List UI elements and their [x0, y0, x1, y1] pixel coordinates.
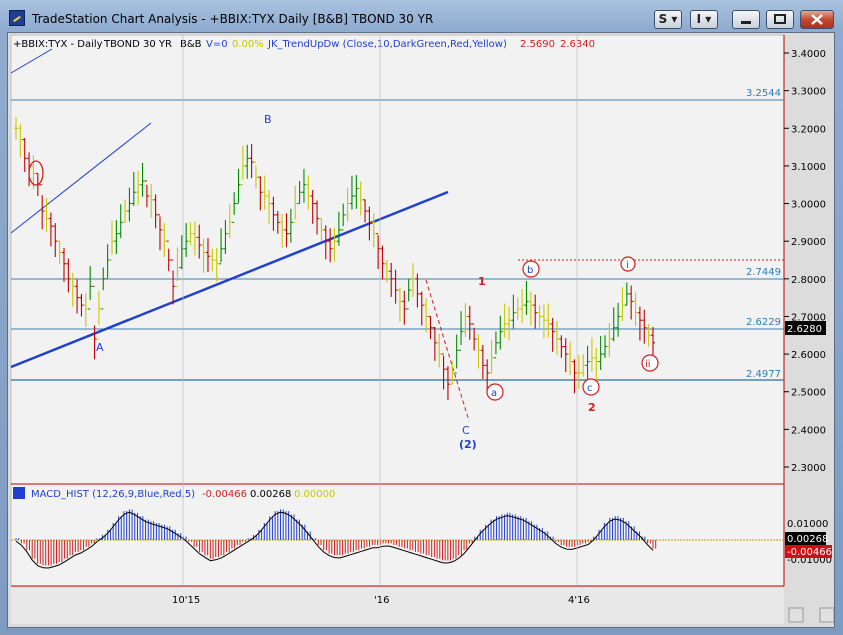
price-tick-10: 2.5000	[791, 388, 826, 399]
minimize-icon	[741, 21, 751, 24]
level-label-4: 2.4977	[746, 369, 781, 380]
percent-change: 0.00%	[232, 39, 264, 50]
price-tick-9: 2.6000	[791, 350, 826, 361]
chart-canvas[interactable]: 3.2544 2.7449 2.6229 2.4977 A B C (2) 1 …	[8, 33, 835, 628]
wave-label-2: 2	[588, 401, 596, 414]
macd-value-2: 0.00268	[250, 489, 291, 500]
tradestation-app-icon	[9, 10, 25, 26]
strategy-dropdown-button[interactable]: S ▾	[654, 10, 682, 29]
macd-indicator-icon	[13, 487, 25, 499]
wave-label-a-major: A	[96, 341, 104, 354]
price-tick-2: 3.3000	[791, 87, 826, 98]
maximize-icon	[774, 14, 786, 24]
wave-label-b: b	[527, 265, 533, 276]
macd-value-1: -0.00466	[202, 489, 247, 500]
indicator-dropdown-button[interactable]: I ▾	[690, 10, 718, 29]
maximize-button[interactable]	[766, 10, 794, 29]
wave-label-2-major: (2)	[459, 438, 477, 451]
time-axis	[11, 588, 784, 624]
macd-signal-marker: 0.00268	[787, 534, 828, 545]
macd-hist-marker: -0.00466	[787, 547, 832, 558]
price-tick-3: 3.2000	[791, 124, 826, 135]
price-tick-12: 2.3000	[791, 463, 826, 474]
macd-label: MACD_HIST (12,26,9,Blue,Red,5)	[31, 489, 195, 500]
price-tick-6: 2.9000	[791, 237, 826, 248]
wave-label-c-major: C	[462, 424, 470, 437]
close-button[interactable]	[800, 10, 834, 29]
price-tick-5: 3.0000	[791, 200, 826, 211]
wave-label-a: a	[491, 388, 497, 399]
level-label-1: 3.2544	[746, 88, 781, 99]
price-tick-1: 3.4000	[791, 49, 826, 60]
wave-label-i: i	[626, 260, 629, 271]
wave-label-c: c	[587, 383, 593, 394]
price-tick-7: 2.8000	[791, 275, 826, 286]
time-tick-1: 10'15	[172, 595, 200, 606]
time-tick-2: '16	[374, 595, 389, 606]
price-tick-11: 2.4000	[791, 425, 826, 436]
resize-grip[interactable]	[819, 607, 834, 623]
wave-label-ii: ii	[645, 359, 651, 370]
level-label-2: 2.7449	[746, 267, 781, 278]
price-pane[interactable]	[10, 34, 785, 485]
wave-label-b-major: B	[264, 113, 272, 126]
symbol-label: +BBIX:TYX - Daily	[13, 39, 103, 50]
title-bar[interactable]: TradeStation Chart Analysis - +BBIX:TYX …	[0, 0, 843, 36]
macd-value-3: 0.00000	[294, 489, 335, 500]
indicator-label: JK_TrendUpDw (Close,10,DarkGreen,Red,Yel…	[267, 39, 507, 50]
minimize-button[interactable]	[732, 10, 760, 29]
symbol-description: TBOND 30 YR	[103, 39, 172, 50]
last-price-marker: 2.6280	[787, 324, 822, 335]
close-icon	[811, 14, 823, 25]
indicator-value-1: 2.5690	[520, 39, 555, 50]
time-tick-3: 4'16	[568, 595, 590, 606]
price-tick-4: 3.1000	[791, 162, 826, 173]
macd-tick-1: 0.01000	[787, 519, 828, 530]
scrollbar-button[interactable]	[788, 607, 804, 623]
chart-area[interactable]: 3.2544 2.7449 2.6229 2.4977 A B C (2) 1 …	[7, 32, 835, 628]
application-window: TradeStation Chart Analysis - +BBIX:TYX …	[0, 0, 843, 635]
level-label-3: 2.6229	[746, 317, 781, 328]
wave-label-1: 1	[478, 275, 486, 288]
window-title: TradeStation Chart Analysis - +BBIX:TYX …	[32, 12, 434, 26]
indicator-value-2: 2.6340	[560, 39, 595, 50]
volume-label: V=0	[206, 39, 228, 50]
